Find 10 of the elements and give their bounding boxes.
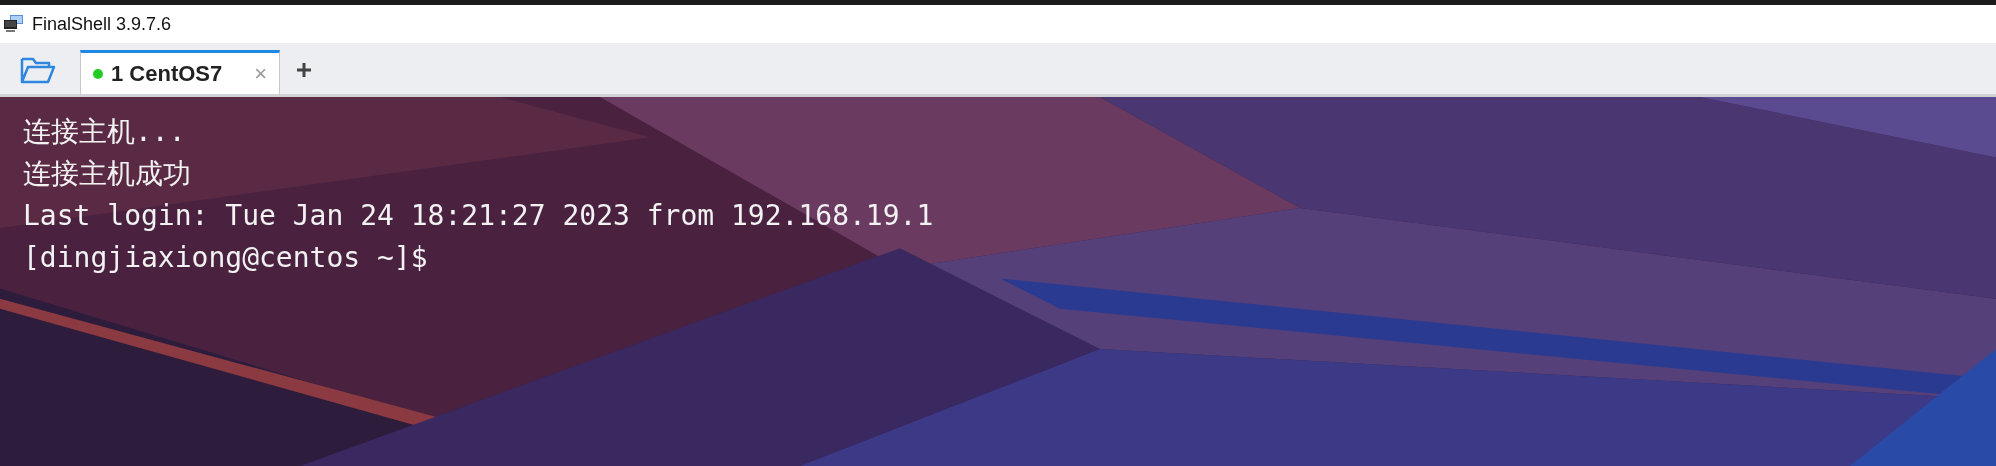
terminal-line: 连接主机... — [23, 114, 187, 150]
tab-label: 1 CentOS7 — [111, 60, 224, 87]
window-title: FinalShell 3.9.7.6 — [32, 13, 172, 35]
terminal-line: [dingjiaxiong@centos ~]$ — [23, 240, 429, 276]
computer-icon — [4, 15, 24, 33]
terminal-line: Last login: Tue Jan 24 18:21:27 2023 from 192.168.19.1 — [23, 198, 935, 234]
add-icon[interactable] — [296, 62, 312, 78]
folder-icon[interactable] — [20, 56, 56, 84]
terminal-line: 连接主机成功 — [23, 156, 192, 192]
session-tab[interactable]: 1 CentOS7 × — [80, 50, 280, 94]
